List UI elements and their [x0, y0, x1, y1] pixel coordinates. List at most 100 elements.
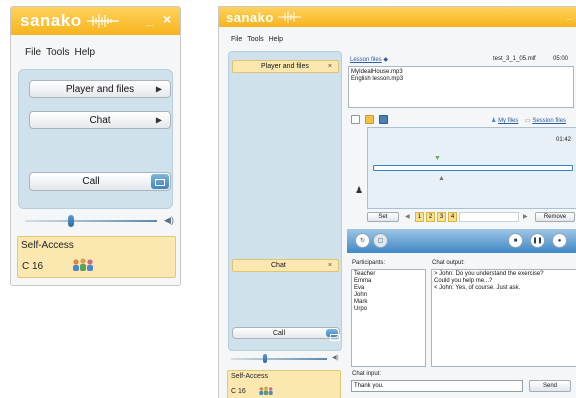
call-icon	[326, 329, 340, 341]
microphone-icon[interactable]: ♟	[355, 185, 363, 196]
participant-item[interactable]: Mark	[354, 299, 423, 306]
send-button[interactable]: Send	[529, 380, 571, 392]
save-icon[interactable]	[379, 115, 388, 124]
call-label: Call	[82, 176, 100, 187]
segment-2[interactable]: 2	[426, 212, 435, 222]
lesson-files-link[interactable]: Lesson files	[350, 57, 382, 63]
start-marker-icon[interactable]: ▼	[434, 155, 441, 162]
lesson-files-header: Lesson files ◆	[350, 56, 388, 63]
lesson-files-add-icon[interactable]: ◆	[383, 57, 388, 63]
open-folder-icon[interactable]	[365, 115, 374, 124]
expand-arrow-icon: ▶	[155, 84, 162, 94]
new-file-icon[interactable]	[351, 115, 360, 124]
expand-arrow-icon: ▶	[155, 115, 162, 125]
call-button[interactable]: Call	[29, 172, 171, 191]
expanded-window: sanako _ File Tools Help Player and files …	[218, 6, 576, 398]
participant-item[interactable]: Emma	[354, 278, 423, 285]
chat-button[interactable]: Chat ▶	[29, 111, 171, 129]
user-icon: ♟	[491, 118, 497, 124]
segment-1[interactable]: 1	[415, 212, 424, 222]
record-mode-button[interactable]: ▢	[373, 233, 388, 248]
participants-icon	[259, 386, 273, 395]
participants-icon	[73, 258, 93, 271]
call-button[interactable]: Call	[232, 327, 340, 341]
self-access-title: Self-Access	[231, 373, 268, 380]
menu-file[interactable]: File	[231, 36, 242, 43]
chat-output: > John: Do you understand the exercise? …	[431, 269, 576, 367]
player-and-files-tab[interactable]: Player and files ×	[232, 60, 339, 73]
speaker-icon: ◀)	[164, 215, 174, 225]
repeat-button[interactable]: ↻	[355, 233, 370, 248]
menu-tools[interactable]: Tools	[247, 36, 263, 43]
file-item[interactable]: English lesson.mp3	[351, 76, 571, 83]
position-bar[interactable]	[373, 165, 573, 171]
menu-bar: File Tools Help	[231, 36, 288, 43]
class-code: C 16	[231, 388, 246, 395]
session-files-link[interactable]: Session files	[532, 118, 566, 124]
remove-button[interactable]: Remove	[535, 212, 575, 222]
my-files-link[interactable]: My files	[498, 118, 518, 124]
file-item[interactable]: MyIdealHouse.mp3	[351, 69, 571, 76]
self-access-panel: Self-Access C 16	[227, 370, 341, 398]
segment-strip[interactable]	[459, 212, 519, 222]
volume-slider-track[interactable]	[25, 220, 157, 222]
participants-label: Participants:	[352, 260, 386, 266]
folder-icon: ▭	[525, 118, 531, 124]
set-label: Set	[378, 214, 388, 220]
send-label: Send	[542, 383, 557, 389]
minimize-button[interactable]: _	[146, 13, 153, 27]
player-and-files-label: Player and files	[65, 83, 135, 95]
volume-slider-knob[interactable]	[68, 215, 75, 227]
player-and-files-tab-label: Player and files	[261, 63, 309, 70]
chat-tab[interactable]: Chat ×	[232, 259, 339, 272]
call-icon	[151, 174, 169, 189]
segment-4[interactable]: 4	[448, 212, 457, 222]
waveform-icon	[277, 11, 301, 23]
chat-input-label: Chat input:	[352, 371, 382, 377]
sanako-logo: sanako	[20, 11, 82, 30]
remove-label: Remove	[543, 214, 567, 220]
volume-slider-track[interactable]	[231, 358, 327, 360]
participant-item[interactable]: Urpo	[354, 306, 423, 313]
chat-message: < John: Yes, of course. Just ask.	[434, 285, 521, 291]
menu-tools[interactable]: Tools	[46, 47, 69, 58]
sanako-logo: sanako	[226, 9, 274, 25]
self-access-panel: Self-Access C 16	[17, 236, 176, 278]
close-tab-icon[interactable]: ×	[328, 262, 332, 269]
title-bar: sanako _ ×	[11, 7, 180, 35]
participant-item[interactable]: Eva	[354, 285, 423, 292]
chat-output-label: Chat output:	[432, 260, 465, 266]
minimize-button[interactable]: _	[567, 10, 573, 21]
pause-button[interactable]: ❚❚	[530, 233, 545, 248]
session-files-tab[interactable]: ▭ Session files	[525, 117, 566, 124]
side-panel	[228, 51, 342, 351]
end-marker-icon[interactable]: ▲	[438, 175, 445, 182]
my-files-tab[interactable]: ♟ My files	[491, 117, 518, 124]
menu-bar: File Tools Help	[25, 47, 100, 58]
self-access-title: Self-Access	[21, 240, 74, 251]
close-tab-icon[interactable]: ×	[328, 63, 332, 70]
player-and-files-button[interactable]: Player and files ▶	[29, 80, 171, 98]
chat-tab-label: Chat	[271, 262, 286, 269]
participant-item[interactable]: John	[354, 292, 423, 299]
segment-3[interactable]: 3	[437, 212, 446, 222]
menu-help[interactable]: Help	[74, 47, 95, 58]
chat-input[interactable]: Thank you.	[351, 380, 523, 392]
stop-button[interactable]: ■	[508, 233, 523, 248]
compact-window: sanako _ × File Tools Help Player and file…	[10, 6, 181, 286]
menu-help[interactable]: Help	[269, 36, 283, 43]
close-button[interactable]: ×	[163, 11, 171, 27]
record-button[interactable]: ●	[552, 233, 567, 248]
set-button[interactable]: Set	[367, 212, 399, 222]
current-time: 01:42	[556, 137, 572, 143]
lesson-files-list[interactable]: MyIdealHouse.mp3 English lesson.mp3	[348, 66, 574, 108]
menu-file[interactable]: File	[25, 47, 41, 58]
participants-list[interactable]: Teacher Emma Eva John Mark Urpo	[351, 269, 426, 367]
volume-slider-knob[interactable]	[262, 354, 267, 363]
participant-item[interactable]: Teacher	[354, 271, 423, 278]
previous-segment-icon[interactable]: ◀	[405, 213, 410, 220]
class-code: C 16	[22, 261, 44, 272]
chat-message: > John: Do you understand the exercise?	[434, 271, 544, 277]
chat-input-value: Thank you.	[354, 383, 384, 389]
next-segment-icon[interactable]: ▶	[523, 213, 528, 220]
